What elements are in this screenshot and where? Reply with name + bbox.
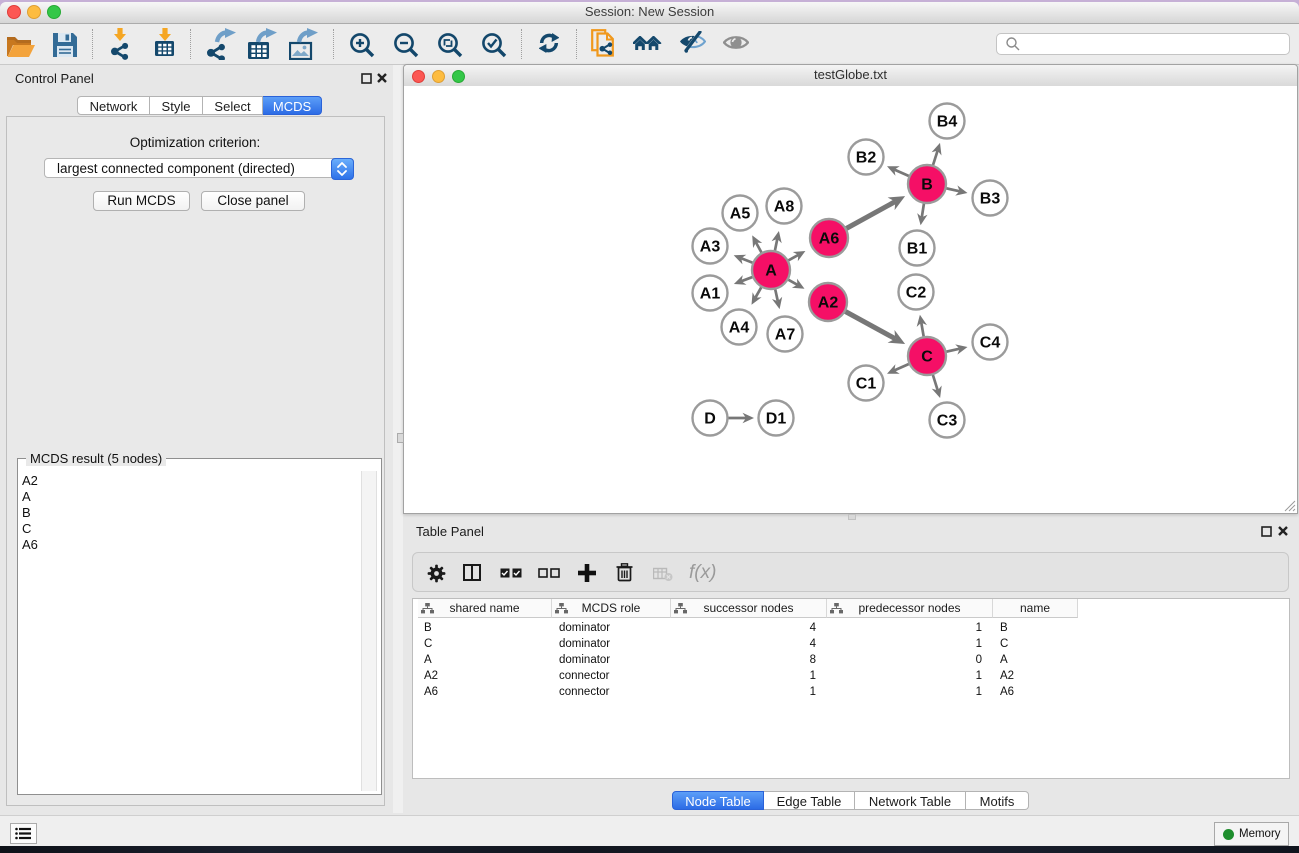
- svg-text:D1: D1: [766, 411, 787, 428]
- svg-text:C2: C2: [906, 285, 927, 302]
- svg-text:C3: C3: [937, 413, 958, 430]
- svg-text:B1: B1: [907, 241, 928, 258]
- svg-text:B: B: [921, 177, 933, 194]
- svg-text:A8: A8: [774, 199, 795, 216]
- svg-text:A1: A1: [700, 286, 721, 303]
- svg-text:D: D: [704, 411, 716, 428]
- svg-text:A: A: [765, 263, 777, 280]
- svg-text:B2: B2: [856, 150, 877, 167]
- svg-text:A5: A5: [730, 206, 751, 223]
- svg-text:f(x): f(x): [689, 562, 716, 583]
- svg-text:C1: C1: [856, 376, 877, 393]
- svg-text:A7: A7: [775, 327, 796, 344]
- svg-text:A4: A4: [729, 320, 750, 337]
- svg-text:C4: C4: [980, 335, 1001, 352]
- svg-text:A3: A3: [700, 239, 721, 256]
- svg-text:A2: A2: [818, 295, 839, 312]
- svg-text:B3: B3: [980, 191, 1001, 208]
- svg-text:C: C: [921, 349, 933, 366]
- svg-text:B4: B4: [937, 114, 958, 131]
- svg-text:A6: A6: [819, 231, 840, 248]
